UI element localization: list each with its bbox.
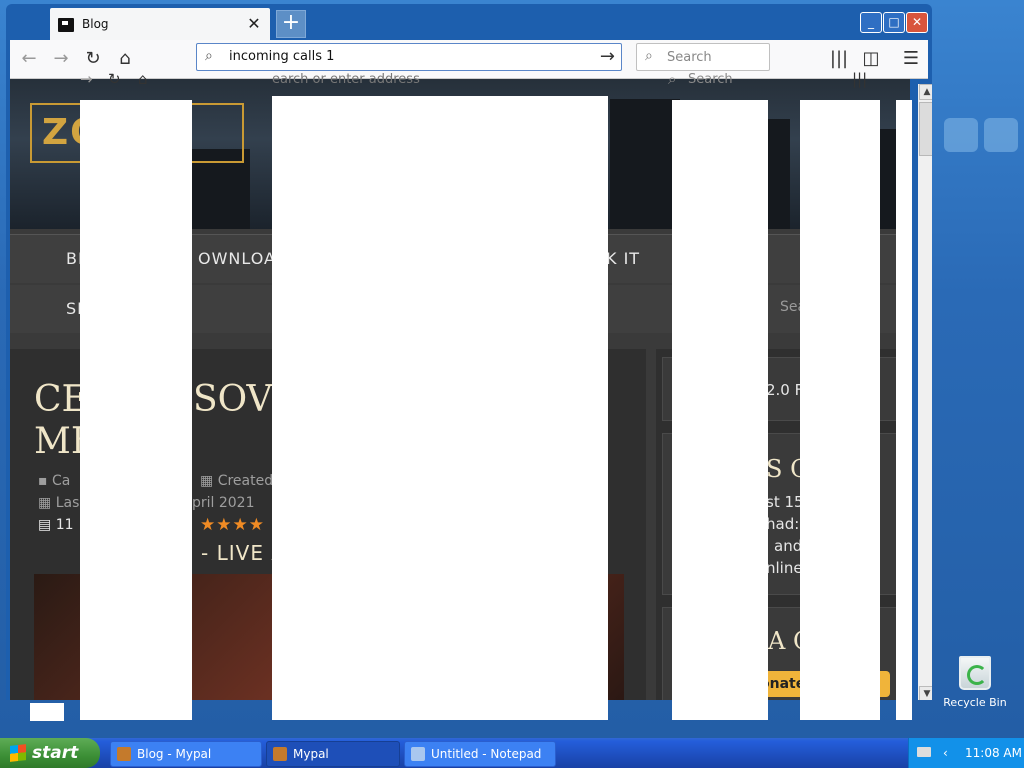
clock[interactable]: 11:08 AM — [965, 738, 1022, 768]
site-favicon-icon — [58, 18, 74, 32]
taskbar-item-label: Blog - Mypal — [137, 747, 212, 761]
window-close-button[interactable]: ✕ — [906, 12, 928, 33]
tab-strip: Blog ✕ + _ □ ✕ — [6, 4, 932, 40]
recycle-bin-icon — [959, 656, 991, 690]
article-subheading: S - LIVE A — [180, 541, 287, 565]
render-artifact-strip — [272, 96, 608, 720]
taskbar-item-mypal[interactable]: Mypal — [266, 741, 400, 767]
keyboard-icon[interactable] — [917, 747, 931, 757]
forward-arrow-icon[interactable]: → — [50, 48, 72, 70]
meta-updated-text: Las — [55, 495, 80, 511]
taskbar-item-label: Mypal — [293, 747, 329, 761]
search-bar[interactable]: ⌕ Search — [636, 43, 770, 71]
ghost-search-placeholder: Search — [688, 72, 733, 87]
render-artifact-strip — [672, 100, 768, 720]
sidebar-toggle-icon[interactable]: ◫ — [860, 48, 882, 70]
tab-close-icon[interactable]: ✕ — [244, 14, 264, 34]
render-artifact-strip — [80, 100, 192, 720]
ghost-reload-icon: ↻ — [108, 70, 121, 88]
taskbar-item-label: Untitled - Notepad — [431, 747, 542, 761]
library-icon[interactable]: ||| — [828, 48, 850, 70]
mypal-icon — [273, 747, 287, 761]
reload-icon[interactable]: ↻ — [82, 48, 104, 70]
meta-category-text: Ca — [51, 473, 71, 489]
system-tray: ‹ 11:08 AM — [908, 738, 1024, 768]
tray-expand-icon[interactable]: ‹ — [943, 738, 948, 768]
ghost-search-icon: ⌕ — [668, 70, 677, 88]
window-maximize-button[interactable]: □ — [883, 12, 905, 33]
address-input[interactable]: incoming calls 1 — [229, 49, 334, 64]
meta-comments[interactable]: ▤ 11 — [38, 517, 74, 533]
start-button[interactable]: start — [0, 738, 100, 768]
vertical-scrollbar[interactable]: ▲ ▼ — [918, 84, 932, 700]
rating-stars[interactable]: ★★★★ — [200, 515, 265, 535]
scroll-thumb[interactable] — [919, 102, 932, 156]
notepad-icon — [411, 747, 425, 761]
go-arrow-icon[interactable]: → — [600, 46, 615, 67]
ghost-address-placeholder: earch or enter address — [272, 72, 420, 87]
sidebar-line-4: nline — [766, 559, 803, 577]
scroll-up-icon[interactable]: ▲ — [919, 84, 932, 100]
taskbar-item-blog-mypal[interactable]: Blog - Mypal — [110, 741, 262, 767]
home-icon[interactable]: ⌂ — [114, 48, 136, 70]
meta-comments-count: 11 — [55, 517, 74, 533]
render-artifact-strip — [800, 100, 880, 720]
ghost-home-icon: ⌂ — [138, 70, 148, 88]
search-input[interactable]: Search — [667, 50, 712, 65]
new-tab-button[interactable]: + — [276, 10, 306, 38]
mypal-icon — [117, 747, 131, 761]
meta-category: ▪ Ca — [38, 473, 71, 489]
menu-hamburger-icon[interactable]: ☰ — [900, 48, 922, 70]
render-artifact-strip — [896, 100, 912, 720]
tab-title: Blog — [82, 17, 109, 31]
banner-building — [610, 99, 680, 229]
back-arrow-icon[interactable]: ← — [18, 48, 40, 70]
scroll-down-icon[interactable]: ▼ — [919, 686, 932, 700]
recycle-bin-label: Recycle Bin — [943, 696, 1007, 709]
recycle-bin-shortcut[interactable]: Recycle Bin — [940, 656, 1010, 709]
sidebar-line-2: had: — [766, 515, 800, 533]
start-label: start — [32, 743, 79, 763]
desktop-decoration — [944, 118, 978, 152]
tab-blog[interactable]: Blog ✕ — [50, 8, 270, 40]
ghost-forward-icon: → — [80, 70, 93, 88]
taskbar-item-notepad[interactable]: Untitled - Notepad — [404, 741, 556, 767]
meta-updated-date: pril 2021 — [192, 495, 255, 511]
window-minimize-button[interactable]: _ — [860, 12, 882, 33]
sidebar-line-1: st 15 — [766, 493, 804, 511]
menu-item-kit[interactable]: K IT — [606, 249, 640, 268]
render-artifact-strip — [30, 703, 64, 721]
ghost-toolbar: → ↻ ⌂ earch or enter address ⌕ Search ||… — [80, 70, 900, 92]
windows-flag-icon — [10, 744, 26, 762]
desktop-decoration — [984, 118, 1018, 152]
search-icon: ⌕ — [645, 48, 653, 64]
sidebar-line-3: and — [774, 537, 803, 555]
ghost-library-icon: ||| — [852, 70, 868, 88]
search-icon: ⌕ — [205, 48, 213, 64]
taskbar: start Blog - Mypal Mypal Untitled - Note… — [0, 738, 1024, 768]
meta-updated: ▦ Las — [38, 495, 80, 511]
address-bar[interactable]: ⌕ incoming calls 1 → — [196, 43, 622, 71]
